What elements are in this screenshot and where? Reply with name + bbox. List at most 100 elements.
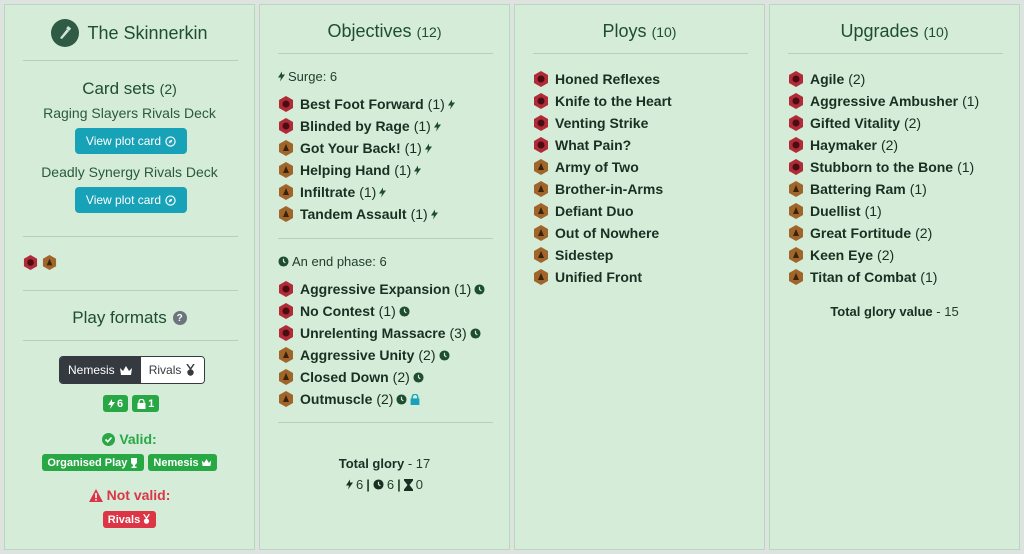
card-list-item[interactable]: Helping Hand (1) xyxy=(278,159,455,181)
medal-icon xyxy=(186,363,195,376)
card-list-item[interactable]: Duellist (1) xyxy=(788,200,979,222)
card-list-item[interactable]: Titan of Combat (1) xyxy=(788,266,979,288)
clock-icon xyxy=(373,479,384,490)
card-list-item[interactable]: Venting Strike xyxy=(533,112,672,134)
card-quantity: (2) xyxy=(376,391,394,407)
card-quantity: (2) xyxy=(848,71,866,87)
card-list-item[interactable]: Closed Down (2) xyxy=(278,366,485,388)
card-name: Knife to the Heart xyxy=(555,93,672,109)
raging-slayers-deck-icon[interactable] xyxy=(23,255,38,270)
red-card-icon xyxy=(278,281,294,297)
card-list-item[interactable]: Keen Eye (2) xyxy=(788,244,979,266)
card-name: Haymaker xyxy=(810,137,877,153)
card-name: Helping Hand xyxy=(300,162,391,178)
divider xyxy=(23,236,238,237)
not-valid-label: Not valid: xyxy=(5,487,254,503)
card-list-item[interactable]: Brother-in-Arms xyxy=(533,178,672,200)
card-list-item[interactable]: Aggressive Expansion (1) xyxy=(278,278,485,300)
card-quantity: (1) xyxy=(427,96,445,112)
card-name: Brother-in-Arms xyxy=(555,181,664,197)
card-list-item[interactable]: Tandem Assault (1) xyxy=(278,203,455,225)
card-list-item[interactable]: Haymaker (2) xyxy=(788,134,979,156)
card-list-item[interactable]: Stubborn to the Bone (1) xyxy=(788,156,979,178)
bronze-card-icon xyxy=(788,247,804,263)
rivals-toggle-button[interactable]: Rivals xyxy=(140,357,205,383)
crown-icon xyxy=(201,458,211,467)
card-list-item[interactable]: Infiltrate (1) xyxy=(278,181,455,203)
card-list-item[interactable]: Battering Ram (1) xyxy=(788,178,979,200)
card-list-item[interactable]: What Pain? xyxy=(533,134,672,156)
medal-icon xyxy=(143,514,151,524)
card-name: Infiltrate xyxy=(300,184,356,200)
card-name: Great Fortitude xyxy=(810,225,912,241)
card-list-item[interactable]: Honed Reflexes xyxy=(533,68,672,90)
card-list-item[interactable]: Aggressive Unity (2) xyxy=(278,344,485,366)
view-plot-card-button[interactable]: View plot card xyxy=(75,128,187,154)
card-list-item[interactable]: Unified Front xyxy=(533,266,672,288)
red-card-icon xyxy=(788,71,804,87)
bronze-card-icon xyxy=(533,269,549,285)
card-list-item[interactable]: Defiant Duo xyxy=(533,200,672,222)
surge-icon xyxy=(433,121,441,132)
surge-icon xyxy=(430,209,438,220)
card-list-item[interactable]: Agile (2) xyxy=(788,68,979,90)
deck-name-deadly-synergy: Deadly Synergy Rivals Deck xyxy=(41,164,218,180)
card-name: Blinded by Rage xyxy=(300,118,410,134)
card-list-item[interactable]: Army of Two xyxy=(533,156,672,178)
card-list-item[interactable]: Blinded by Rage (1) xyxy=(278,115,455,137)
card-name: Gifted Vitality xyxy=(810,115,900,131)
card-name: Best Foot Forward xyxy=(300,96,424,112)
view-plot-card-button[interactable]: View plot card xyxy=(75,187,187,213)
card-name: Unrelenting Massacre xyxy=(300,325,446,341)
divider xyxy=(23,290,238,291)
divider xyxy=(533,53,748,54)
clock-icon xyxy=(399,305,410,317)
card-quantity: (1) xyxy=(920,269,938,285)
deadly-synergy-deck-icon[interactable] xyxy=(42,255,57,270)
rivals-badge: Rivals xyxy=(102,511,157,528)
card-quantity: (2) xyxy=(418,347,436,363)
upgrades-total-glory: Total glory value - 15 xyxy=(830,304,959,319)
warning-icon xyxy=(88,488,103,502)
bronze-card-icon xyxy=(278,347,294,363)
card-quantity: (1) xyxy=(413,118,431,134)
deck-name-raging-slayers: Raging Slayers Rivals Deck xyxy=(43,105,216,121)
clock-icon xyxy=(396,393,408,405)
card-name: Army of Two xyxy=(555,159,639,175)
card-list-item[interactable]: Gifted Vitality (2) xyxy=(788,112,979,134)
clock-icon xyxy=(438,349,450,361)
surge-header: Surge: 6 xyxy=(278,69,337,84)
card-name: Titan of Combat xyxy=(810,269,917,285)
card-list-item[interactable]: Knife to the Heart xyxy=(533,90,672,112)
lock-icon xyxy=(410,393,420,405)
card-quantity: (2) xyxy=(392,369,410,385)
bronze-card-icon xyxy=(788,269,804,285)
card-list-item[interactable]: Got Your Back! (1) xyxy=(278,137,455,159)
card-sets-title: Card sets (2) xyxy=(82,79,177,98)
end-phase-header: An end phase: 6 xyxy=(278,254,387,269)
card-list-item[interactable]: Unrelenting Massacre (3) xyxy=(278,322,485,344)
divider xyxy=(278,238,493,239)
nemesis-toggle-button[interactable]: Nemesis xyxy=(60,357,141,383)
bronze-card-icon xyxy=(533,203,549,219)
card-list-item[interactable]: Best Foot Forward (1) xyxy=(278,93,455,115)
lock-count-badge: 1 xyxy=(132,395,160,412)
help-icon[interactable]: ? xyxy=(172,311,187,325)
card-quantity: (3) xyxy=(449,325,467,341)
card-list-item[interactable]: Aggressive Ambusher (1) xyxy=(788,90,979,112)
bronze-card-icon xyxy=(278,184,294,200)
separator-bar: | xyxy=(397,477,401,492)
card-list-item[interactable]: No Contest (1) xyxy=(278,300,485,322)
card-name: Duellist xyxy=(810,203,861,219)
card-list-item[interactable]: Out of Nowhere xyxy=(533,222,672,244)
deck-icons xyxy=(23,255,57,270)
separator-bar: | xyxy=(366,477,370,492)
card-name: Closed Down xyxy=(300,369,389,385)
skinnerkin-faction-icon xyxy=(51,19,80,47)
card-name: Keen Eye xyxy=(810,247,874,263)
card-list-item[interactable]: Sidestep xyxy=(533,244,672,266)
bronze-card-icon xyxy=(278,206,294,222)
card-list-item[interactable]: Outmuscle (2) xyxy=(278,388,485,410)
clock-icon xyxy=(413,371,424,383)
card-list-item[interactable]: Great Fortitude (2) xyxy=(788,222,979,244)
